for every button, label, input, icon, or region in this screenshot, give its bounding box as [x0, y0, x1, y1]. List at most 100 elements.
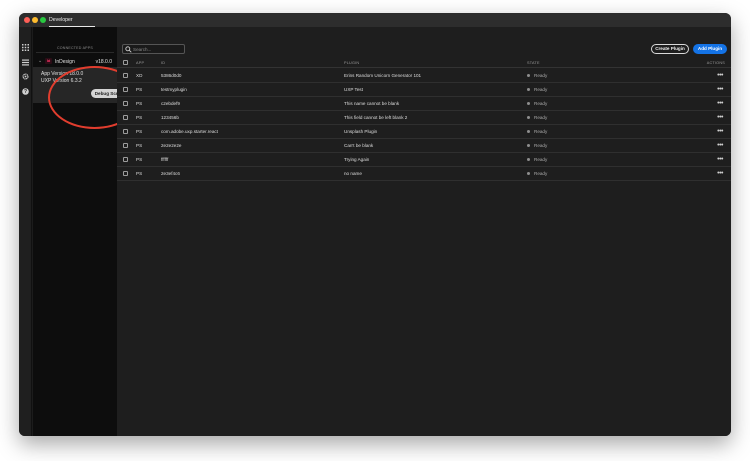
- row-id: 2e2e2e2e: [161, 143, 182, 148]
- column-header-plugin[interactable]: PLUGIN: [344, 58, 359, 68]
- row-state: Ready: [527, 97, 547, 111]
- row-checkbox[interactable]: [123, 115, 128, 120]
- connected-apps-heading: CONNECTED APPS: [57, 46, 93, 50]
- title-bar: Developer Workspace: [19, 13, 731, 37]
- row-state: Ready: [527, 125, 547, 139]
- row-app: PS: [136, 129, 143, 134]
- app-version: v18.0.0: [95, 58, 112, 65]
- table-row[interactable]: PS 123456b This field cannot be left bla…: [117, 111, 731, 125]
- minimize-window-button[interactable]: [32, 17, 38, 23]
- select-all-checkbox[interactable]: [123, 60, 128, 65]
- row-state-text: Ready: [534, 129, 548, 134]
- list-icon[interactable]: [22, 59, 29, 66]
- status-dot-icon: [527, 158, 530, 162]
- column-header-actions: ACTIONS: [706, 61, 725, 65]
- row-plugin-name: Unsplash Plugin: [344, 129, 378, 134]
- row-id: 5386d0d0: [161, 73, 182, 78]
- row-state-text: Ready: [534, 157, 548, 162]
- row-state-text: Ready: [534, 143, 548, 148]
- row-state-text: Ready: [534, 115, 548, 120]
- table-header-row: APP ID PLUGIN STATE ACTIONS: [117, 58, 731, 68]
- create-plugin-button[interactable]: Create Plugin: [651, 44, 689, 54]
- row-id: com.adobe.uxp.starter.react: [161, 129, 218, 134]
- row-checkbox[interactable]: [123, 129, 128, 134]
- window-title-tab[interactable]: Developer Workspace: [49, 13, 95, 37]
- status-dot-icon: [527, 130, 530, 134]
- status-dot-icon: [527, 172, 530, 176]
- row-state: Ready: [527, 153, 547, 167]
- row-state: Ready: [527, 111, 547, 125]
- indesign-icon: Id: [45, 58, 52, 64]
- uxp-version-detail: UXP Version 6.3.2: [41, 78, 82, 84]
- apps-grid-icon[interactable]: [22, 44, 29, 51]
- more-actions-icon[interactable]: •••: [717, 139, 723, 152]
- connected-app-indesign[interactable]: ⌄ Id InDesign v18.0.0: [33, 56, 117, 67]
- chevron-down-icon[interactable]: ⌄: [38, 58, 42, 64]
- app-version-detail: App Version 18.0.0: [41, 71, 84, 77]
- more-actions-icon[interactable]: •••: [717, 125, 723, 138]
- status-dot-icon: [527, 144, 530, 148]
- row-app: PS: [136, 87, 143, 92]
- row-checkbox[interactable]: [123, 101, 128, 106]
- more-actions-icon[interactable]: •••: [717, 153, 723, 166]
- row-checkbox[interactable]: [123, 87, 128, 92]
- row-plugin-name: Can't be blank: [344, 143, 374, 148]
- more-actions-icon[interactable]: •••: [717, 83, 723, 96]
- row-state: Ready: [527, 83, 547, 97]
- table-row[interactable]: PS 2e3ef4c6 no name Ready •••: [117, 167, 731, 181]
- row-app: XD: [136, 73, 143, 78]
- row-state-text: Ready: [534, 101, 548, 106]
- row-checkbox[interactable]: [123, 143, 128, 148]
- app-details-panel: App Version 18.0.0 UXP Version 6.3.2 Deb…: [33, 67, 127, 103]
- search-icon: [125, 46, 132, 53]
- column-header-app[interactable]: APP: [136, 58, 144, 68]
- row-state-text: Ready: [534, 73, 548, 78]
- row-id: ffffff: [161, 157, 169, 162]
- column-header-id[interactable]: ID: [161, 58, 165, 68]
- row-app: PS: [136, 171, 143, 176]
- more-actions-icon[interactable]: •••: [717, 111, 723, 124]
- row-checkbox[interactable]: [123, 157, 128, 162]
- connected-apps-sidebar: CONNECTED APPS ⌄ Id InDesign v18.0.0 App…: [33, 27, 127, 436]
- row-app: PS: [136, 157, 143, 162]
- table-row[interactable]: PS 2e2e2e2e Can't be blank Ready •••: [117, 139, 731, 153]
- table-row[interactable]: PS c2ebdef9 This name cannot be blank Re…: [117, 97, 731, 111]
- table-row[interactable]: PS com.adobe.uxp.starter.react Unsplash …: [117, 125, 731, 139]
- row-id: 2e3ef4c6: [161, 171, 180, 176]
- row-checkbox[interactable]: [123, 171, 128, 176]
- row-app: PS: [136, 115, 143, 120]
- add-plugin-button[interactable]: Add Plugin: [693, 44, 727, 54]
- row-id: testmyplugin: [161, 87, 187, 92]
- row-app: PS: [136, 101, 143, 106]
- search-box[interactable]: [122, 44, 185, 54]
- column-header-state[interactable]: STATE: [527, 58, 540, 68]
- row-plugin-name: UXP Test: [344, 87, 363, 92]
- more-actions-icon[interactable]: •••: [717, 167, 723, 180]
- table-row[interactable]: PS testmyplugin UXP Test Ready •••: [117, 83, 731, 97]
- more-actions-icon[interactable]: •••: [717, 97, 723, 110]
- more-actions-icon[interactable]: •••: [717, 69, 723, 82]
- help-icon[interactable]: ?: [22, 88, 29, 95]
- gear-icon[interactable]: [22, 73, 29, 80]
- app-name: InDesign: [55, 58, 75, 65]
- svg-text:?: ?: [24, 89, 27, 95]
- status-dot-icon: [527, 102, 530, 106]
- row-id: c2ebdef9: [161, 101, 180, 106]
- search-input[interactable]: [133, 45, 183, 53]
- table-row[interactable]: PS ffffff Trying Again Ready •••: [117, 153, 731, 167]
- row-checkbox[interactable]: [123, 73, 128, 78]
- heading-underline: [36, 52, 114, 53]
- close-window-button[interactable]: [24, 17, 30, 23]
- row-state-text: Ready: [534, 87, 548, 92]
- row-plugin-name: Trying Again: [344, 157, 370, 162]
- row-plugin-name: no name: [344, 171, 362, 176]
- plugins-main-panel: Create Plugin Add Plugin APP ID PLUGIN S…: [117, 27, 731, 436]
- row-app: PS: [136, 143, 143, 148]
- row-state: Ready: [527, 69, 547, 83]
- row-state-text: Ready: [534, 171, 548, 176]
- icon-rail: ?: [19, 27, 32, 436]
- row-plugin-name: Erins Random Unicorn Generator 101: [344, 73, 422, 78]
- table-row[interactable]: XD 5386d0d0 Erins Random Unicorn Generat…: [117, 69, 731, 83]
- zoom-window-button[interactable]: [40, 17, 46, 23]
- row-state: Ready: [527, 167, 547, 181]
